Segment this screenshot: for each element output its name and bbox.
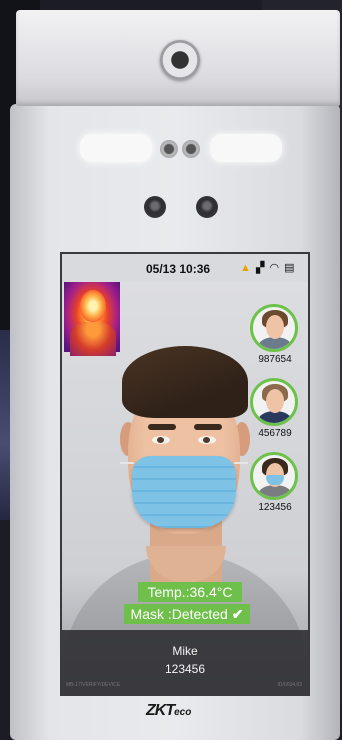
ir-light-right	[210, 134, 282, 162]
warning-icon: ▲	[240, 262, 252, 274]
temperature-badge: Temp.:36.4°C	[138, 582, 242, 602]
brand-logo: ZKTeco	[146, 702, 191, 720]
sensor-right	[196, 196, 218, 218]
camera-head	[16, 10, 340, 106]
gallery-id: 456789	[258, 428, 292, 439]
brand-main: ZKT	[146, 702, 175, 719]
sensor-left	[144, 196, 166, 218]
mask-badge: Mask :Detected ✔	[124, 604, 250, 624]
dual-lens-left	[160, 140, 178, 158]
brand-sub: eco	[174, 707, 192, 718]
gallery-avatar	[250, 452, 298, 500]
gallery-id: 987654	[258, 354, 292, 365]
status-time: 05/13 10:36	[146, 262, 211, 276]
avatar-face	[266, 389, 284, 413]
ir-light-left	[80, 134, 152, 162]
status-icons: ▲ ▞ ◠ ▤	[240, 261, 296, 274]
gallery-id: 123456	[258, 502, 292, 513]
status-bar: 05/13 10:36 ▲ ▞ ◠ ▤	[62, 260, 308, 280]
mask-strap-right	[234, 462, 248, 464]
hair	[122, 346, 248, 418]
eye-right	[198, 436, 216, 444]
mask-status-text: Mask :Detected	[130, 606, 228, 622]
gallery-avatar	[250, 378, 298, 426]
wifi-icon: ◠	[269, 262, 281, 274]
check-icon: ✔	[231, 606, 244, 622]
face-mask	[132, 456, 236, 528]
mask-strap-left	[120, 462, 134, 464]
thermal-body	[70, 322, 116, 356]
thermal-image	[64, 282, 120, 356]
thermal-head	[80, 290, 106, 322]
network-icon: ▞	[255, 262, 266, 274]
brow-right	[194, 424, 222, 430]
person-name: Mike	[172, 644, 198, 658]
gallery-avatar	[250, 304, 298, 352]
storage-icon: ▤	[284, 262, 296, 274]
footer-right: ID/0034.83	[277, 682, 302, 688]
brow-left	[148, 424, 176, 430]
dual-lens-right	[182, 140, 200, 158]
footer-left: MB-17/VERIFY/DEVICE	[66, 682, 121, 688]
avatar-face	[266, 315, 284, 339]
person-id: 123456	[164, 662, 206, 676]
eye-left	[152, 436, 170, 444]
camera-lens	[160, 40, 200, 80]
device-screen: 05/13 10:36 ▲ ▞ ◠ ▤ 987654 456789 123456 T…	[60, 252, 310, 696]
